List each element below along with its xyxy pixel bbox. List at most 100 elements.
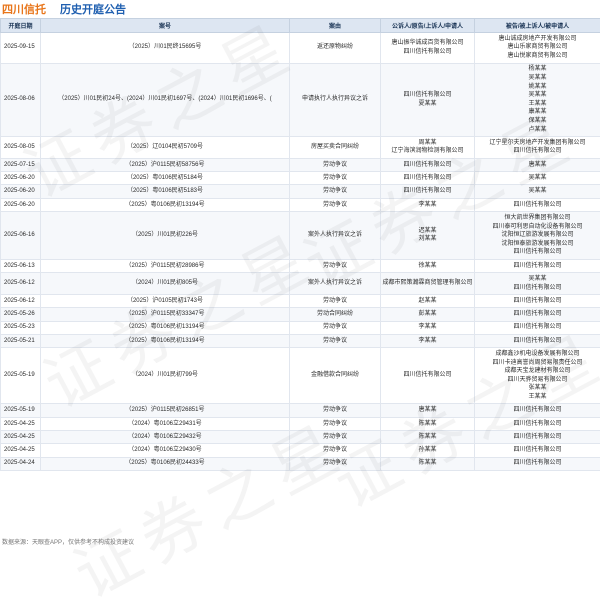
cell-case-number: （2025）沪0115民初58756号 [41,158,290,171]
cell-defendant-list: 四川信托有限公司 [475,321,600,334]
cell-defendant-list: 成都鑫沙机电设备发展有限公司四川卡迪高誉尚周贸易限责任公司成都天宝龙建材有限公司… [475,348,600,404]
defendant-party: 吴某某 [476,275,599,284]
cell-defendant-list: 四川信托有限公司 [475,417,600,430]
defendant-party: 四川信托有限公司 [476,284,599,293]
plaintiff-party: 四川信托有限公司 [382,48,473,57]
defendant-party: 吴某某 [476,187,599,196]
defendant-party: 唐山乐家商贸有限公司 [476,43,599,52]
plaintiff-party: 李某某 [382,323,473,332]
cell-case-number: （2024）粤0106立29432号 [41,431,290,444]
cell-case-number: （2025）粤0106民初13194号 [41,198,290,211]
cell-case-number: （2025）川01民初226号 [41,212,290,260]
plaintiff-party: 四川信托有限公司 [382,174,473,183]
defendant-party: 康某某 [476,108,599,117]
defendant-party: 四川信托有限公司 [476,420,599,429]
cell-case-number: （2025）粤0106民初24433号 [41,457,290,470]
cell-case-number: （2025）粤0106民初13194号 [41,334,290,347]
cell-defendant-list: 唐某某 [475,158,600,171]
cell-plaintiff-list: 唐某某 [381,404,475,417]
defendant-party: 四川信托有限公司 [476,310,599,319]
cell-cause: 劳动争议 [290,404,381,417]
cell-date: 2025-06-20 [1,185,41,198]
table-row: 2025-08-05（2025）辽0104民初5709号房屋买卖合同纠纷周某某辽… [1,137,600,159]
cell-defendant-list: 四川信托有限公司 [475,457,600,470]
cell-case-number: （2025）粤0106民初5184号 [41,172,290,185]
cell-plaintiff-list: 迟某某刘某某 [381,212,475,260]
cell-case-number: （2025）辽0104民初5709号 [41,137,290,159]
cell-date: 2025-04-24 [1,457,41,470]
plaintiff-party: 李某某 [382,201,473,210]
cell-date: 2025-04-25 [1,444,41,457]
cell-date: 2025-08-05 [1,137,41,159]
defendant-party: 四川信托有限公司 [476,248,599,257]
column-header-cause: 案由 [290,19,381,33]
defendant-party: 辽宁星尔夫房地产开发集团有限公司 [476,139,599,148]
cell-case-number: （2024）川01民初799号 [41,348,290,404]
cell-plaintiff-list: 四川信托有限公司夏某某 [381,63,475,137]
cell-cause: 劳动争议 [290,172,381,185]
table-row: 2025-08-06（2025）川01民初24号、(2024）川01民初1697… [1,63,600,137]
cell-defendant-list: 杨某某吴某某姚某某吴某某王某某康某某保某某卢某某 [475,63,600,137]
plaintiff-party: 孙某某 [382,446,473,455]
cell-date: 2025-06-20 [1,172,41,185]
cell-date: 2025-06-12 [1,294,41,307]
cell-case-number: （2024）粤0106立29430号 [41,444,290,457]
cell-plaintiff-list: 四川信托有限公司 [381,172,475,185]
cell-cause: 劳动合同纠纷 [290,308,381,321]
cell-cause: 劳动争议 [290,444,381,457]
cell-cause: 劳动争议 [290,185,381,198]
cell-case-number: （2025）川01民初24号、(2024）川01民初1697号、(2024）川0… [41,63,290,137]
table-row: 2025-04-25（2024）粤0106立29431号劳动争议陈某某四川信托有… [1,417,600,430]
cell-defendant-list: 四川信托有限公司 [475,294,600,307]
cell-defendant-list: 四川信托有限公司 [475,198,600,211]
cell-plaintiff-list: 彭某某 [381,308,475,321]
cell-plaintiff-list: 李某某 [381,321,475,334]
cell-case-number: （2025）粤0106民初5183号 [41,185,290,198]
table-row: 2025-05-23（2025）粤0106民初13194号劳动争议李某某四川信托… [1,321,600,334]
defendant-party: 恒大凯世界集团有限公司 [476,214,599,223]
defendant-party: 四川信托有限公司 [476,323,599,332]
cell-plaintiff-list: 徐某某 [381,259,475,272]
defendant-party: 成都天宝龙建材有限公司 [476,367,599,376]
table-row: 2025-06-20（2025）粤0106民初13194号劳动争议李某某四川信托… [1,198,600,211]
defendant-party: 唐山悦家商贸有限公司 [476,52,599,61]
cell-defendant-list: 唐山诚成房地产开发有限公司唐山乐家商贸有限公司唐山悦家商贸有限公司 [475,33,600,64]
cell-cause: 劳动争议 [290,294,381,307]
cell-plaintiff-list: 周某某辽宁海滨润物检测有限公司 [381,137,475,159]
plaintiff-party: 唐山振华诚成百货有限公司 [382,39,473,48]
table-header-row: 开庭日期 案号 案由 公诉人/原告/上诉人/申请人 被告/被上诉人/被申请人 [1,19,600,33]
plaintiff-party: 陈某某 [382,433,473,442]
cell-defendant-list: 辽宁星尔夫房地产开发集团有限公司四川信托有限公司 [475,137,600,159]
plaintiff-party: 唐某某 [382,406,473,415]
defendant-party: 姚某某 [476,83,599,92]
table-row: 2025-07-15（2025）沪0115民初58756号劳动争议四川信托有限公… [1,158,600,171]
table-row: 2025-09-15（2025）川01民终15695号返还原物纠纷唐山振华诚成百… [1,33,600,64]
plaintiff-party: 四川信托有限公司 [382,187,473,196]
page-header: 四川信托 历史开庭公告 [0,0,600,16]
plaintiff-party: 赵某某 [382,297,473,306]
plaintiff-party: 彭某某 [382,310,473,319]
column-header-defendant: 被告/被上诉人/被申请人 [475,19,600,33]
defendant-party: 四川信托有限公司 [476,262,599,271]
table-row: 2025-06-12（2025）沪0105民初1743号劳动争议赵某某四川信托有… [1,294,600,307]
cell-date: 2025-06-20 [1,198,41,211]
column-header-plaintiff: 公诉人/原告/上诉人/申请人 [381,19,475,33]
cell-defendant-list: 四川信托有限公司 [475,334,600,347]
cell-plaintiff-list: 李某某 [381,198,475,211]
page-title: 历史开庭公告 [60,1,126,17]
defendant-party: 四川信托有限公司 [476,433,599,442]
cell-case-number: （2025）沪0105民初1743号 [41,294,290,307]
column-header-date: 开庭日期 [1,19,41,33]
table-row: 2025-04-24（2025）粤0106民初24433号劳动争议陈某某四川信托… [1,457,600,470]
cell-cause: 劳动争议 [290,457,381,470]
plaintiff-party: 李某某 [382,337,473,346]
defendant-party: 卢某某 [476,126,599,135]
defendant-party: 四川信托有限公司 [476,406,599,415]
cell-date: 2025-05-23 [1,321,41,334]
cell-cause: 劳动争议 [290,259,381,272]
cell-date: 2025-09-15 [1,33,41,64]
cell-cause: 金融借款合同纠纷 [290,348,381,404]
defendant-party: 唐山诚成房地产开发有限公司 [476,35,599,44]
defendant-party: 四川信托有限公司 [476,201,599,210]
plaintiff-party: 陈某某 [382,420,473,429]
